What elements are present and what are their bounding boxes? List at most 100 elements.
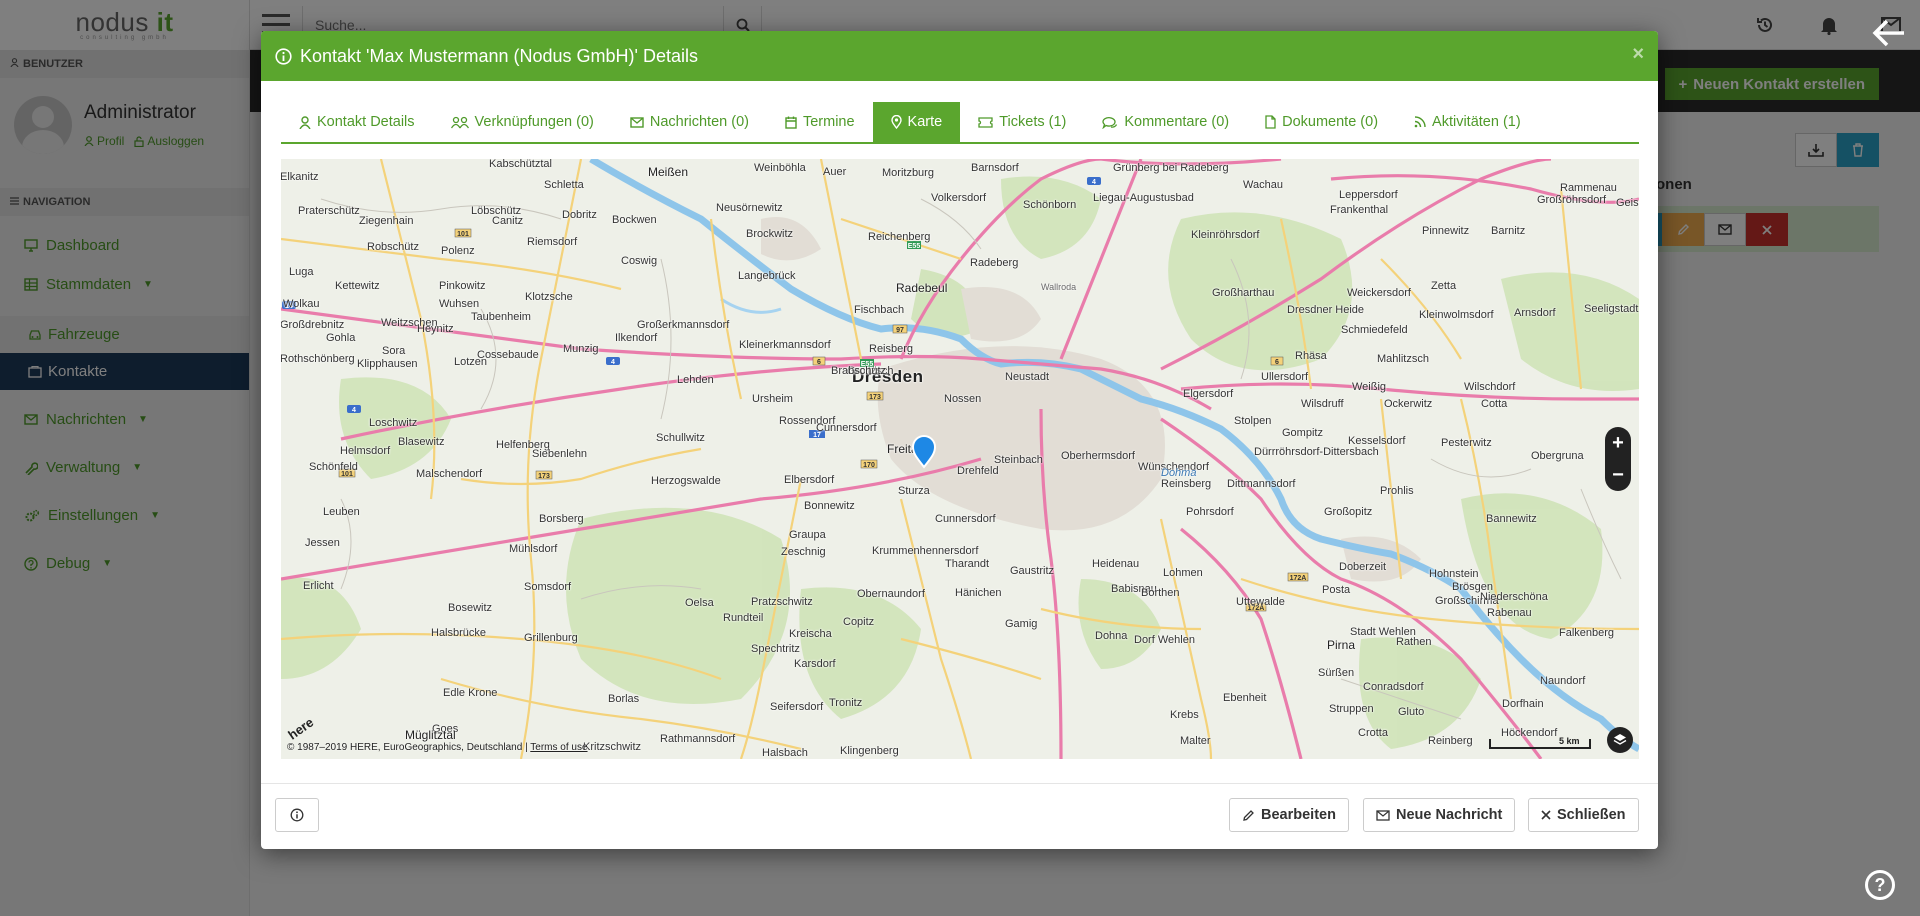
map-label: Somsdorf	[524, 581, 572, 593]
arrow-left-icon[interactable]	[1872, 18, 1906, 48]
map-label: Schmiedefeld	[1341, 324, 1408, 336]
map-label: Ockerwitz	[1384, 398, 1433, 410]
map-label: Großharthau	[1212, 287, 1275, 299]
svg-text:101: 101	[457, 231, 469, 238]
map-label: Robschütz	[367, 241, 419, 253]
map-label: Kleinwolmsdorf	[1419, 309, 1494, 321]
tab-karte[interactable]: Karte	[872, 102, 961, 142]
map-label: Neustadt	[1005, 371, 1050, 383]
map-label: Weickersdorf	[1347, 287, 1411, 299]
location-pin-icon[interactable]	[911, 435, 937, 469]
map-label: Ziegenhain	[359, 215, 414, 227]
map-label: Ursheim	[752, 393, 793, 405]
map-label: Loschwitz	[369, 417, 418, 429]
map-label: Geismar	[1616, 197, 1639, 209]
map-label: Reisberg	[869, 343, 914, 355]
map-label: Krebs	[1170, 709, 1199, 721]
map-label: Bonnewitz	[804, 500, 855, 512]
map-label: Polenz	[441, 245, 475, 257]
users-icon	[450, 116, 469, 128]
map-label: Taubenheim	[471, 311, 531, 323]
map-label: Sturza	[898, 485, 930, 497]
map-label: Kleinröhrsdorf	[1191, 229, 1260, 241]
map-label: Grünberg bei Radeberg	[1113, 162, 1229, 174]
map-label: Rothschönberg	[281, 353, 355, 365]
map-label: Barnitz	[1491, 225, 1526, 237]
map-label: Malter	[1180, 735, 1211, 747]
tab-termine[interactable]: Termine	[767, 102, 873, 142]
tab-kontakt-details[interactable]: Kontakt Details	[281, 102, 433, 142]
svg-text:6: 6	[817, 359, 821, 366]
map-label: Halsbrücke	[431, 627, 487, 639]
map-label: Cotta	[1481, 398, 1508, 410]
map-label: Rathen	[1396, 636, 1432, 648]
envelope-icon	[630, 116, 644, 128]
map-label: Malschendorf	[416, 468, 483, 480]
pencil-icon	[1243, 809, 1254, 821]
map-label: Lotzen	[454, 356, 488, 368]
close-icon	[1541, 810, 1551, 820]
map-label: Doberzeit	[1339, 561, 1387, 573]
user-icon	[299, 115, 311, 129]
tab-kommentare[interactable]: Kommentare (0)	[1084, 102, 1247, 142]
map-label: Edle Krone	[443, 687, 498, 699]
map-label: Kesselsdorf	[1348, 435, 1406, 447]
tab-nachrichten[interactable]: Nachrichten (0)	[612, 102, 767, 142]
tab-aktivitaeten[interactable]: Aktivitäten (1)	[1396, 102, 1539, 142]
tab-tickets[interactable]: Tickets (1)	[960, 102, 1084, 142]
modal-close-button[interactable]: ×	[1632, 43, 1644, 66]
map-view[interactable]: 4 14 4 4 101 101 173 E55 17 173 6 97 170…	[281, 159, 1639, 759]
map-label: Prohlis	[1380, 485, 1414, 497]
map-label: Cunnersdorf	[935, 513, 996, 525]
map-label: Fischbach	[854, 304, 905, 316]
calendar-icon	[785, 116, 797, 129]
map-label: Lehden	[677, 374, 714, 386]
map-label: Klotzsche	[525, 291, 573, 303]
contact-details-modal: Kontakt 'Max Mustermann (Nodus GmbH)' De…	[261, 31, 1658, 849]
new-message-button[interactable]: Neue Nachricht	[1363, 798, 1516, 832]
svg-text:4: 4	[1092, 179, 1096, 186]
zoom-control: + −	[1605, 427, 1631, 491]
map-label: Gompitz	[1282, 427, 1323, 439]
map-label: Halsbach	[762, 747, 808, 759]
map-label: Dohma	[1161, 467, 1197, 479]
info-circle-icon	[275, 47, 292, 65]
map-label: Barnsdorf	[971, 162, 1019, 174]
terms-of-use-link[interactable]: Terms of use	[530, 742, 587, 753]
map-copyright: © 1987–2019 HERE, EuroGeographics, Deuts…	[287, 742, 588, 753]
map-label: Radeberg	[970, 257, 1019, 269]
map-label: Heynitz	[417, 323, 454, 335]
map-label: Naundorf	[1540, 675, 1586, 687]
svg-text:6: 6	[1275, 359, 1279, 366]
layers-button[interactable]	[1607, 727, 1633, 753]
map-label: Herzogswalde	[651, 475, 721, 487]
tab-dokumente[interactable]: Dokumente (0)	[1247, 102, 1396, 142]
map-label: Praterschütz	[298, 205, 360, 217]
edit-button[interactable]: Bearbeiten	[1229, 798, 1349, 832]
map-label: Cunnersdorf	[816, 422, 877, 434]
map-label: Zeschnig	[781, 546, 826, 558]
map-label: Luga	[289, 266, 314, 278]
map-label: Erlicht	[303, 580, 334, 592]
zoom-out-button[interactable]: −	[1612, 464, 1624, 487]
map-label: Tronitz	[829, 697, 863, 709]
map-label: Reinberg	[1428, 735, 1473, 747]
map-label: Wilschdorf	[1464, 381, 1516, 393]
svg-text:4: 4	[352, 407, 356, 414]
map-label: Langebrück	[738, 270, 796, 282]
map-label: Neusörnewitz	[716, 202, 783, 214]
tab-verknuepfungen[interactable]: Verknüpfungen (0)	[433, 102, 612, 142]
map-label: Obernaundorf	[857, 588, 925, 600]
zoom-in-button[interactable]: +	[1612, 432, 1624, 455]
map-label: Rathmannsdorf	[660, 733, 736, 745]
map-label-town: Meißen	[648, 165, 689, 179]
map-label: Großröhrsdorf	[1537, 194, 1607, 206]
map-label: Dürrröhrsdorf-Dittersbach	[1254, 446, 1379, 458]
map-label: Schullwitz	[656, 432, 705, 444]
map-label: Gamig	[1005, 618, 1038, 630]
close-button[interactable]: Schließen	[1528, 798, 1639, 832]
info-button[interactable]	[275, 798, 319, 832]
help-icon[interactable]: ?	[1865, 870, 1895, 900]
map-label: Leuben	[323, 506, 360, 518]
tab-bar: Kontakt Details Verknüpfungen (0) Nachri…	[281, 102, 1639, 144]
